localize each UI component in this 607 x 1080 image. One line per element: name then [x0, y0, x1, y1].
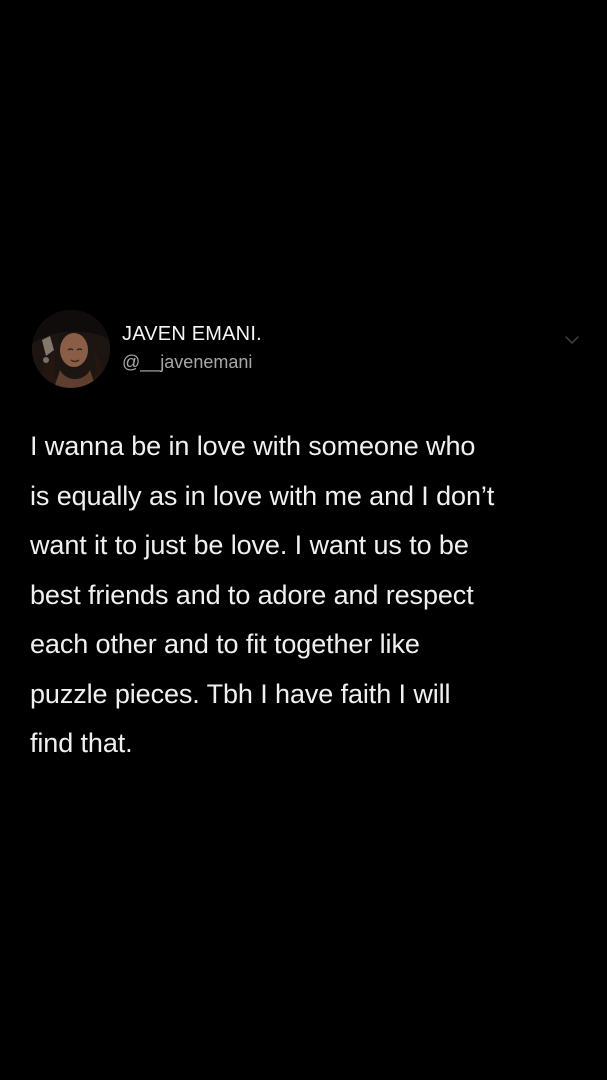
tweet-text-line: find that. — [30, 728, 133, 758]
display-name[interactable]: JAVEN EMANI. — [122, 322, 262, 346]
chevron-down-icon — [565, 336, 579, 344]
avatar-photo-icon — [32, 310, 110, 388]
user-handle[interactable]: @__javenemani — [122, 350, 262, 374]
tweet-text-line: is equally as in love with me and I don’… — [30, 480, 495, 511]
tweet-text-line: puzzle pieces. Tbh I have faith I will — [30, 678, 451, 709]
tweet-text-line: best friends and to adore and respect — [30, 579, 474, 610]
tweet-text: I wanna be in love with someone who is e… — [30, 422, 575, 769]
tweet-text-line: want it to just be love. I want us to be — [30, 530, 469, 560]
author-names: JAVEN EMANI. @__javenemani — [122, 322, 262, 374]
tweet-text-line: each other and to fit together like — [30, 629, 420, 659]
more-options-button[interactable] — [562, 332, 582, 348]
tweet-card: JAVEN EMANI. @__javenemani I wanna be in… — [0, 0, 607, 1080]
tweet-header: JAVEN EMANI. @__javenemani — [32, 306, 592, 396]
avatar[interactable] — [32, 310, 110, 388]
tweet-text-line: I wanna be in love with someone who — [30, 431, 476, 461]
